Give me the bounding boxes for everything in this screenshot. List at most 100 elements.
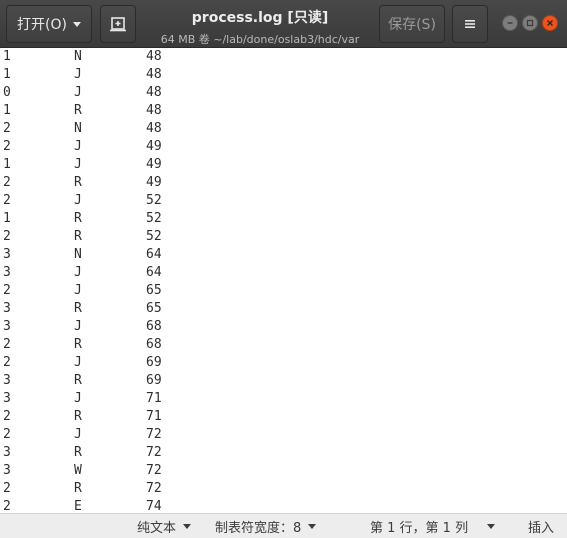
line-col-2: R <box>74 301 82 316</box>
line-col-3: 74 <box>146 499 162 513</box>
line-col-2: R <box>74 211 82 226</box>
line-col-2: R <box>74 337 82 352</box>
text-line: 3 J 68 <box>0 318 567 336</box>
line-col-1: 1 <box>3 103 11 118</box>
line-col-1: 3 <box>3 391 11 406</box>
text-line: 1 R 52 <box>0 210 567 228</box>
line-col-3: 69 <box>146 373 162 388</box>
text-line: 3 J 64 <box>0 264 567 282</box>
line-col-3: 64 <box>146 247 162 262</box>
window-subtitle: 64 MB 卷 ~/lab/done/oslab3/hdc/var <box>160 33 360 46</box>
cursor-position-label: 第 1 行，第 1 列 <box>370 520 469 536</box>
new-document-button[interactable] <box>100 5 136 43</box>
line-col-3: 72 <box>146 463 162 478</box>
line-col-1: 3 <box>3 373 11 388</box>
line-col-3: 52 <box>146 229 162 244</box>
line-col-1: 2 <box>3 139 11 154</box>
text-line: 1 J 48 <box>0 66 567 84</box>
text-line: 3 R 65 <box>0 300 567 318</box>
line-col-2: R <box>74 103 82 118</box>
line-col-1: 1 <box>3 211 11 226</box>
line-col-3: 52 <box>146 193 162 208</box>
line-col-2: N <box>74 247 82 262</box>
line-col-3: 65 <box>146 301 162 316</box>
line-col-3: 64 <box>146 265 162 280</box>
line-col-3: 72 <box>146 427 162 442</box>
insert-mode-indicator: 插入 <box>528 517 555 536</box>
line-col-1: 2 <box>3 499 11 513</box>
text-line: 2 R 72 <box>0 480 567 498</box>
line-col-2: R <box>74 175 82 190</box>
line-col-3: 48 <box>146 67 162 82</box>
line-col-3: 69 <box>146 355 162 370</box>
chevron-down-icon <box>72 21 81 27</box>
save-button-label: 保存(S) <box>388 17 436 33</box>
menu-button[interactable] <box>452 5 488 43</box>
line-col-3: 48 <box>146 49 162 64</box>
line-col-3: 49 <box>146 157 162 172</box>
line-col-3: 68 <box>146 337 162 352</box>
line-col-3: 65 <box>146 283 162 298</box>
line-col-1: 2 <box>3 337 11 352</box>
maximize-icon <box>526 19 534 27</box>
text-line: 2 R 68 <box>0 336 567 354</box>
line-col-1: 3 <box>3 247 11 262</box>
cursor-position-selector[interactable]: 第 1 行，第 1 列 <box>370 517 496 536</box>
line-col-2: R <box>74 373 82 388</box>
status-bar: 纯文本 制表符宽度：8 第 1 行，第 1 列 插入 <box>0 513 567 538</box>
open-button[interactable]: 打开(O) <box>6 5 92 43</box>
header-bar: 打开(O) process.log [只读] 64 MB 卷 ~/lab/don… <box>0 0 567 48</box>
save-button[interactable]: 保存(S) <box>379 5 445 43</box>
text-line: 2 E 74 <box>0 498 567 513</box>
text-line: 1 J 49 <box>0 156 567 174</box>
window-title-block: process.log [只读] 64 MB 卷 ~/lab/done/osla… <box>150 0 370 48</box>
text-line: 3 W 72 <box>0 462 567 480</box>
line-col-2: R <box>74 409 82 424</box>
line-col-2: J <box>74 355 82 370</box>
chevron-down-icon <box>183 523 192 529</box>
language-label: 纯文本 <box>137 520 177 536</box>
maximize-button[interactable] <box>522 15 538 31</box>
text-line: 0 J 48 <box>0 84 567 102</box>
line-col-3: 72 <box>146 445 162 460</box>
insert-mode-label: 插入 <box>528 520 555 536</box>
line-col-1: 2 <box>3 193 11 208</box>
line-col-1: 2 <box>3 409 11 424</box>
close-icon <box>547 20 553 26</box>
text-line: 3 N 64 <box>0 246 567 264</box>
minimize-button[interactable] <box>502 15 518 31</box>
tab-width-label: 制表符宽度：8 <box>215 520 302 536</box>
line-col-2: R <box>74 481 82 496</box>
text-editor-area[interactable]: 1 N 48 1 J 48 0 J 48 1 R 48 2 N 48 2 J 49 1 J 49 2 R 49 2 J 52 1 R 52… <box>0 48 567 513</box>
text-line: 2 R 49 <box>0 174 567 192</box>
line-col-3: 49 <box>146 139 162 154</box>
text-line: 3 J 71 <box>0 390 567 408</box>
line-col-2: J <box>74 67 82 82</box>
line-col-2: J <box>74 319 82 334</box>
line-col-3: 49 <box>146 175 162 190</box>
line-col-2: J <box>74 427 82 442</box>
line-col-1: 1 <box>3 49 11 64</box>
line-col-1: 3 <box>3 301 11 316</box>
line-col-2: J <box>74 85 82 100</box>
line-col-3: 71 <box>146 409 162 424</box>
text-line: 3 R 69 <box>0 372 567 390</box>
text-line: 1 N 48 <box>0 48 567 66</box>
close-button[interactable] <box>542 15 558 31</box>
line-col-2: E <box>74 499 82 513</box>
line-col-2: R <box>74 445 82 460</box>
text-line: 2 J 69 <box>0 354 567 372</box>
language-selector[interactable]: 纯文本 <box>137 517 192 536</box>
text-line: 2 R 52 <box>0 228 567 246</box>
tab-width-selector[interactable]: 制表符宽度：8 <box>215 517 317 536</box>
text-line: 2 J 72 <box>0 426 567 444</box>
text-line: 2 J 52 <box>0 192 567 210</box>
line-col-1: 3 <box>3 265 11 280</box>
line-col-2: R <box>74 229 82 244</box>
line-col-2: N <box>74 121 82 136</box>
line-col-2: J <box>74 193 82 208</box>
line-col-2: N <box>74 49 82 64</box>
new-document-icon <box>110 17 126 32</box>
line-col-2: J <box>74 139 82 154</box>
line-col-1: 3 <box>3 445 11 460</box>
